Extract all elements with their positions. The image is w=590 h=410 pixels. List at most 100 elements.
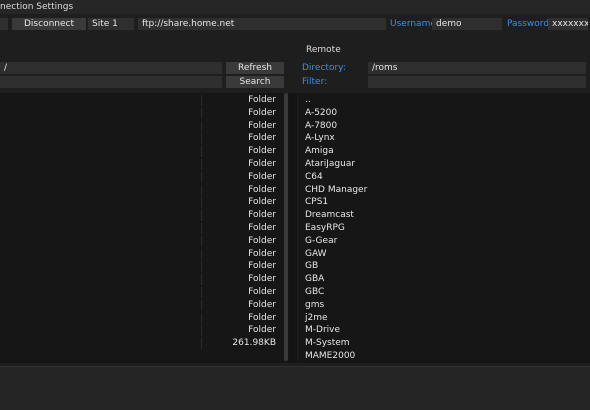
local-file-row[interactable]: Folder: [0, 248, 282, 261]
pane-splitter[interactable]: [289, 93, 297, 363]
local-file-row[interactable]: Folder: [0, 132, 282, 145]
local-file-row[interactable]: Folder: [0, 209, 282, 222]
column-separator: [201, 133, 202, 145]
local-path-input[interactable]: /: [0, 62, 222, 74]
password-input[interactable]: xxxxxxx: [548, 18, 588, 30]
local-file-size: Folder: [248, 325, 276, 336]
filter-label: Filter:: [302, 77, 328, 87]
local-file-size: 261.98KB: [232, 338, 276, 349]
remote-file-row[interactable]: G-Gear: [304, 235, 585, 248]
local-file-row[interactable]: Folder: [0, 158, 282, 171]
local-file-size: Folder: [248, 146, 276, 157]
remote-file-row[interactable]: gms: [304, 299, 585, 312]
local-file-row[interactable]: Folder: [0, 222, 282, 235]
disconnect-button[interactable]: Disconnect: [12, 18, 86, 30]
remote-file-row[interactable]: M-System: [304, 337, 585, 350]
local-file-size: Folder: [248, 107, 276, 118]
local-file-size: Folder: [248, 184, 276, 195]
column-separator: [201, 325, 202, 337]
remote-file-row[interactable]: C64: [304, 171, 585, 184]
password-label: Password:: [507, 19, 553, 29]
local-file-size: Folder: [248, 210, 276, 221]
status-area: [0, 366, 590, 410]
local-file-size: Folder: [248, 261, 276, 272]
local-file-size: Folder: [248, 248, 276, 259]
local-file-size: Folder: [248, 223, 276, 233]
column-separator: [201, 248, 202, 260]
remote-file-row[interactable]: MAME2000: [304, 350, 585, 363]
remote-file-row[interactable]: CPS1: [304, 196, 585, 209]
remote-file-row[interactable]: GBA: [304, 273, 585, 286]
host-type-field[interactable]: [0, 18, 8, 30]
local-file-row[interactable]: Folder: [0, 324, 282, 337]
directory-input[interactable]: /roms: [368, 62, 586, 74]
url-input[interactable]: ftp://share.home.net: [138, 18, 386, 30]
settings-title-bar: nection Settings: [0, 0, 590, 14]
local-file-row[interactable]: Folder: [0, 312, 282, 325]
local-file-row[interactable]: Folder: [0, 94, 282, 107]
local-file-size: Folder: [248, 133, 276, 144]
column-separator: [201, 146, 202, 158]
column-separator: [201, 235, 202, 247]
column-separator: [201, 184, 202, 196]
local-file-row[interactable]: Folder: [0, 171, 282, 184]
local-file-row[interactable]: Folder: [0, 235, 282, 248]
local-file-size: Folder: [248, 159, 276, 169]
local-file-row[interactable]: Folder: [0, 273, 282, 286]
remote-file-row[interactable]: ..: [304, 94, 585, 107]
filter-input[interactable]: [368, 76, 586, 88]
column-separator: [201, 95, 202, 106]
local-file-size: Folder: [248, 197, 276, 208]
remote-file-row[interactable]: M-Drive: [304, 324, 585, 337]
local-file-size: Folder: [248, 171, 276, 182]
site-field[interactable]: Site 1: [88, 18, 134, 30]
column-separator: [201, 338, 202, 350]
column-separator: [201, 312, 202, 324]
remote-file-row[interactable]: Amiga: [304, 145, 585, 158]
remote-file-row[interactable]: GBC: [304, 286, 585, 299]
remote-file-row[interactable]: CHD Manager: [304, 184, 585, 197]
search-button[interactable]: Search: [226, 76, 284, 88]
local-scrollbar[interactable]: [284, 93, 288, 361]
local-file-size: Folder: [248, 287, 276, 297]
local-file-size: Folder: [248, 120, 276, 131]
local-file-row[interactable]: Folder: [0, 184, 282, 197]
remote-file-row[interactable]: A-Lynx: [304, 132, 585, 145]
refresh-button[interactable]: Refresh: [226, 62, 284, 74]
remote-file-row[interactable]: Dreamcast: [304, 209, 585, 222]
directory-label: Directory:: [302, 63, 346, 73]
local-file-row[interactable]: Folder: [0, 107, 282, 120]
column-separator: [201, 261, 202, 273]
local-file-row[interactable]: Folder: [0, 196, 282, 209]
remote-file-row[interactable]: GB: [304, 260, 585, 273]
remote-file-row[interactable]: EasyRPG: [304, 222, 585, 235]
local-file-row[interactable]: Folder: [0, 120, 282, 133]
column-separator: [201, 120, 202, 132]
local-file-row[interactable]: Folder: [0, 145, 282, 158]
local-search-input[interactable]: [0, 76, 222, 88]
column-separator: [201, 287, 202, 298]
local-file-size: Folder: [248, 95, 276, 105]
local-file-row[interactable]: Folder: [0, 260, 282, 273]
local-file-size: Folder: [248, 235, 276, 246]
remote-file-row[interactable]: j2me: [304, 312, 585, 325]
column-separator: [201, 274, 202, 286]
local-file-size: Folder: [248, 299, 276, 310]
column-separator: [201, 197, 202, 209]
column-separator: [201, 299, 202, 311]
local-file-size: Folder: [248, 274, 276, 285]
remote-file-row[interactable]: A-5200: [304, 107, 585, 120]
local-file-row[interactable]: Folder: [0, 286, 282, 299]
status-divider: [0, 366, 590, 367]
local-file-row[interactable]: Folder: [0, 299, 282, 312]
column-separator: [201, 223, 202, 234]
local-file-size: Folder: [248, 312, 276, 323]
window-title: nection Settings: [0, 2, 74, 12]
username-input[interactable]: demo: [432, 18, 502, 30]
remote-file-row[interactable]: A-7800: [304, 120, 585, 133]
remote-file-row[interactable]: AtariJaguar: [304, 158, 585, 171]
column-separator: [201, 107, 202, 119]
remote-header: Remote: [306, 45, 341, 55]
local-file-row[interactable]: 261.98KB: [0, 337, 282, 350]
remote-file-row[interactable]: GAW: [304, 248, 585, 261]
